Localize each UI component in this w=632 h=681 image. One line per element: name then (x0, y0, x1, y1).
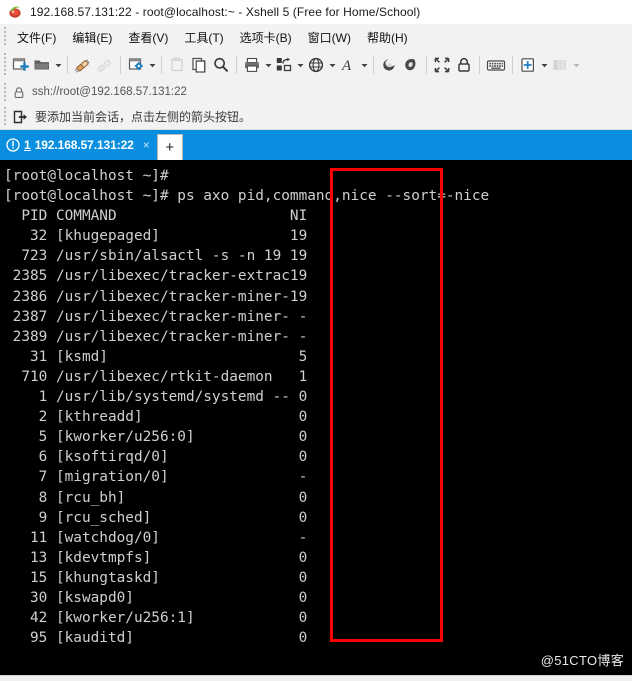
terminal-row: 30 [kswapd0] 0 (4, 589, 308, 606)
terminal-prompt-line: [root@localhost ~]# (4, 168, 169, 184)
tab-session-1[interactable]: 1 192.168.57.131:22 × (0, 132, 154, 158)
terminal-row: 6 [ksoftirqd/0] 0 (4, 449, 308, 466)
terminal-header-line: PID COMMAND NI (4, 208, 308, 225)
address-bar[interactable]: ssh://root@192.168.57.131:22 (0, 80, 632, 104)
toolbar-separator (236, 56, 237, 74)
globe-dropdown-icon[interactable] (327, 53, 337, 77)
xshell-logo-icon (8, 4, 24, 20)
terminal-row: 723 /usr/sbin/alsactl -s -n 19 19 (4, 248, 308, 265)
arrow-add-session-icon[interactable] (13, 110, 28, 124)
print-icon[interactable] (241, 53, 263, 77)
hint-text: 要添加当前会话，点击左侧的箭头按钮。 (35, 110, 252, 124)
menubar-grip[interactable] (0, 24, 9, 50)
terminal-output[interactable]: [root@localhost ~]# [root@localhost ~]# p… (0, 160, 632, 675)
keyboard-icon[interactable] (484, 53, 508, 77)
fullscreen-icon[interactable] (431, 53, 453, 77)
terminal-prompt-line: [root@localhost ~]# ps axo pid,command,n… (4, 188, 490, 205)
terminal-row: 2385 /usr/libexec/tracker-extrac19 (4, 268, 308, 285)
lock-icon[interactable] (453, 53, 475, 77)
copy-icon[interactable] (188, 53, 210, 77)
toolbar-separator (373, 56, 374, 74)
terminal-row: 5 [kworker/u256:0] 0 (4, 429, 308, 446)
menu-edit[interactable]: 编辑(E) (64, 26, 120, 49)
terminal-row: 7 [migration/0] - (4, 469, 308, 486)
terminal-row: 8 [rcu_bh] 0 (4, 489, 308, 506)
terminal-row: 9 [rcu_sched] 0 (4, 509, 308, 526)
terminal-row: 2386 /usr/libexec/tracker-miner-19 (4, 288, 308, 305)
font-icon[interactable]: A (337, 53, 359, 77)
main-toolbar: A (0, 50, 632, 80)
tab-close-icon[interactable]: × (143, 139, 150, 151)
file-transfer-icon[interactable] (273, 53, 295, 77)
tab-label: 192.168.57.131:22 (34, 138, 134, 152)
terminal-row: 15 [khungtaskd] 0 (4, 569, 308, 586)
toolbar-separator (120, 56, 121, 74)
print-dropdown-icon[interactable] (263, 53, 273, 77)
menu-view[interactable]: 查看(V) (120, 26, 176, 49)
terminal-row: 2389 /usr/libexec/tracker-miner- - (4, 328, 308, 345)
add-note-dropdown-icon[interactable] (539, 53, 549, 77)
lock-icon (13, 86, 25, 99)
toolbar-separator (479, 56, 480, 74)
layout-icon (549, 53, 571, 77)
warning-circle-icon (6, 138, 20, 152)
globe-icon[interactable] (305, 53, 327, 77)
terminal-row: 32 [khugepaged] 19 (4, 228, 308, 245)
tab-strip: 1 192.168.57.131:22 × + (0, 130, 632, 160)
svg-text:A: A (341, 58, 352, 74)
session-properties-dropdown-icon[interactable] (147, 53, 157, 77)
terminal-row: 95 [kauditd] 0 (4, 630, 308, 647)
toolbar-grip[interactable] (0, 50, 9, 80)
terminal-row: 2 [kthreadd] 0 (4, 409, 308, 426)
status-bar (0, 675, 632, 681)
window-title: 192.168.57.131:22 - root@localhost:~ - X… (30, 5, 421, 19)
open-folder-dropdown-icon[interactable] (53, 53, 63, 77)
terminal-row: 710 /usr/libexec/rtkit-daemon 1 (4, 368, 308, 385)
terminal-area[interactable]: [root@localhost ~]# [root@localhost ~]# p… (0, 160, 632, 675)
terminal-row: 1 /usr/lib/systemd/systemd -- 0 (4, 389, 308, 406)
toolbar-separator (67, 56, 68, 74)
menu-tabs[interactable]: 选项卡(B) (232, 26, 300, 49)
title-bar: 192.168.57.131:22 - root@localhost:~ - X… (0, 0, 632, 24)
open-folder-icon[interactable] (31, 53, 53, 77)
new-tab-button[interactable]: + (156, 134, 183, 160)
toolbar-separator (512, 56, 513, 74)
tab-index: 1 (24, 138, 31, 152)
address-value[interactable]: ssh://root@192.168.57.131:22 (32, 86, 187, 98)
file-transfer-dropdown-icon[interactable] (295, 53, 305, 77)
connect-icon[interactable] (72, 53, 94, 77)
terminal-row: 13 [kdevtmpfs] 0 (4, 549, 308, 566)
menu-window[interactable]: 窗口(W) (300, 26, 359, 49)
paste-clipboard-icon (166, 53, 188, 77)
toolbar-separator (426, 56, 427, 74)
terminal-row: 2387 /usr/libexec/tracker-miner- - (4, 308, 308, 325)
layout-dropdown-icon (571, 53, 581, 77)
menu-help[interactable]: 帮助(H) (359, 26, 416, 49)
menu-file[interactable]: 文件(F) (9, 26, 64, 49)
xagent-icon[interactable] (400, 53, 422, 77)
xftp-icon[interactable] (378, 53, 400, 77)
font-dropdown-icon[interactable] (359, 53, 369, 77)
disconnect-icon (94, 53, 116, 77)
add-note-icon[interactable] (517, 53, 539, 77)
menu-bar: 文件(F) 编辑(E) 查看(V) 工具(T) 选项卡(B) 窗口(W) 帮助(… (0, 24, 632, 50)
addressbar-grip[interactable] (0, 80, 9, 104)
terminal-row: 31 [ksmd] 5 (4, 348, 308, 365)
menu-tools[interactable]: 工具(T) (176, 26, 231, 49)
session-properties-icon[interactable] (125, 53, 147, 77)
xshell-window: 192.168.57.131:22 - root@localhost:~ - X… (0, 0, 632, 681)
terminal-row: 11 [watchdog/0] - (4, 529, 308, 546)
hint-bar: 要添加当前会话，点击左侧的箭头按钮。 (0, 104, 632, 130)
toolbar-separator (161, 56, 162, 74)
hintbar-grip[interactable] (0, 104, 9, 129)
find-icon[interactable] (210, 53, 232, 77)
terminal-row: 42 [kworker/u256:1] 0 (4, 610, 308, 627)
new-session-icon[interactable] (9, 53, 31, 77)
watermark: @51CTO博客 (540, 653, 624, 668)
